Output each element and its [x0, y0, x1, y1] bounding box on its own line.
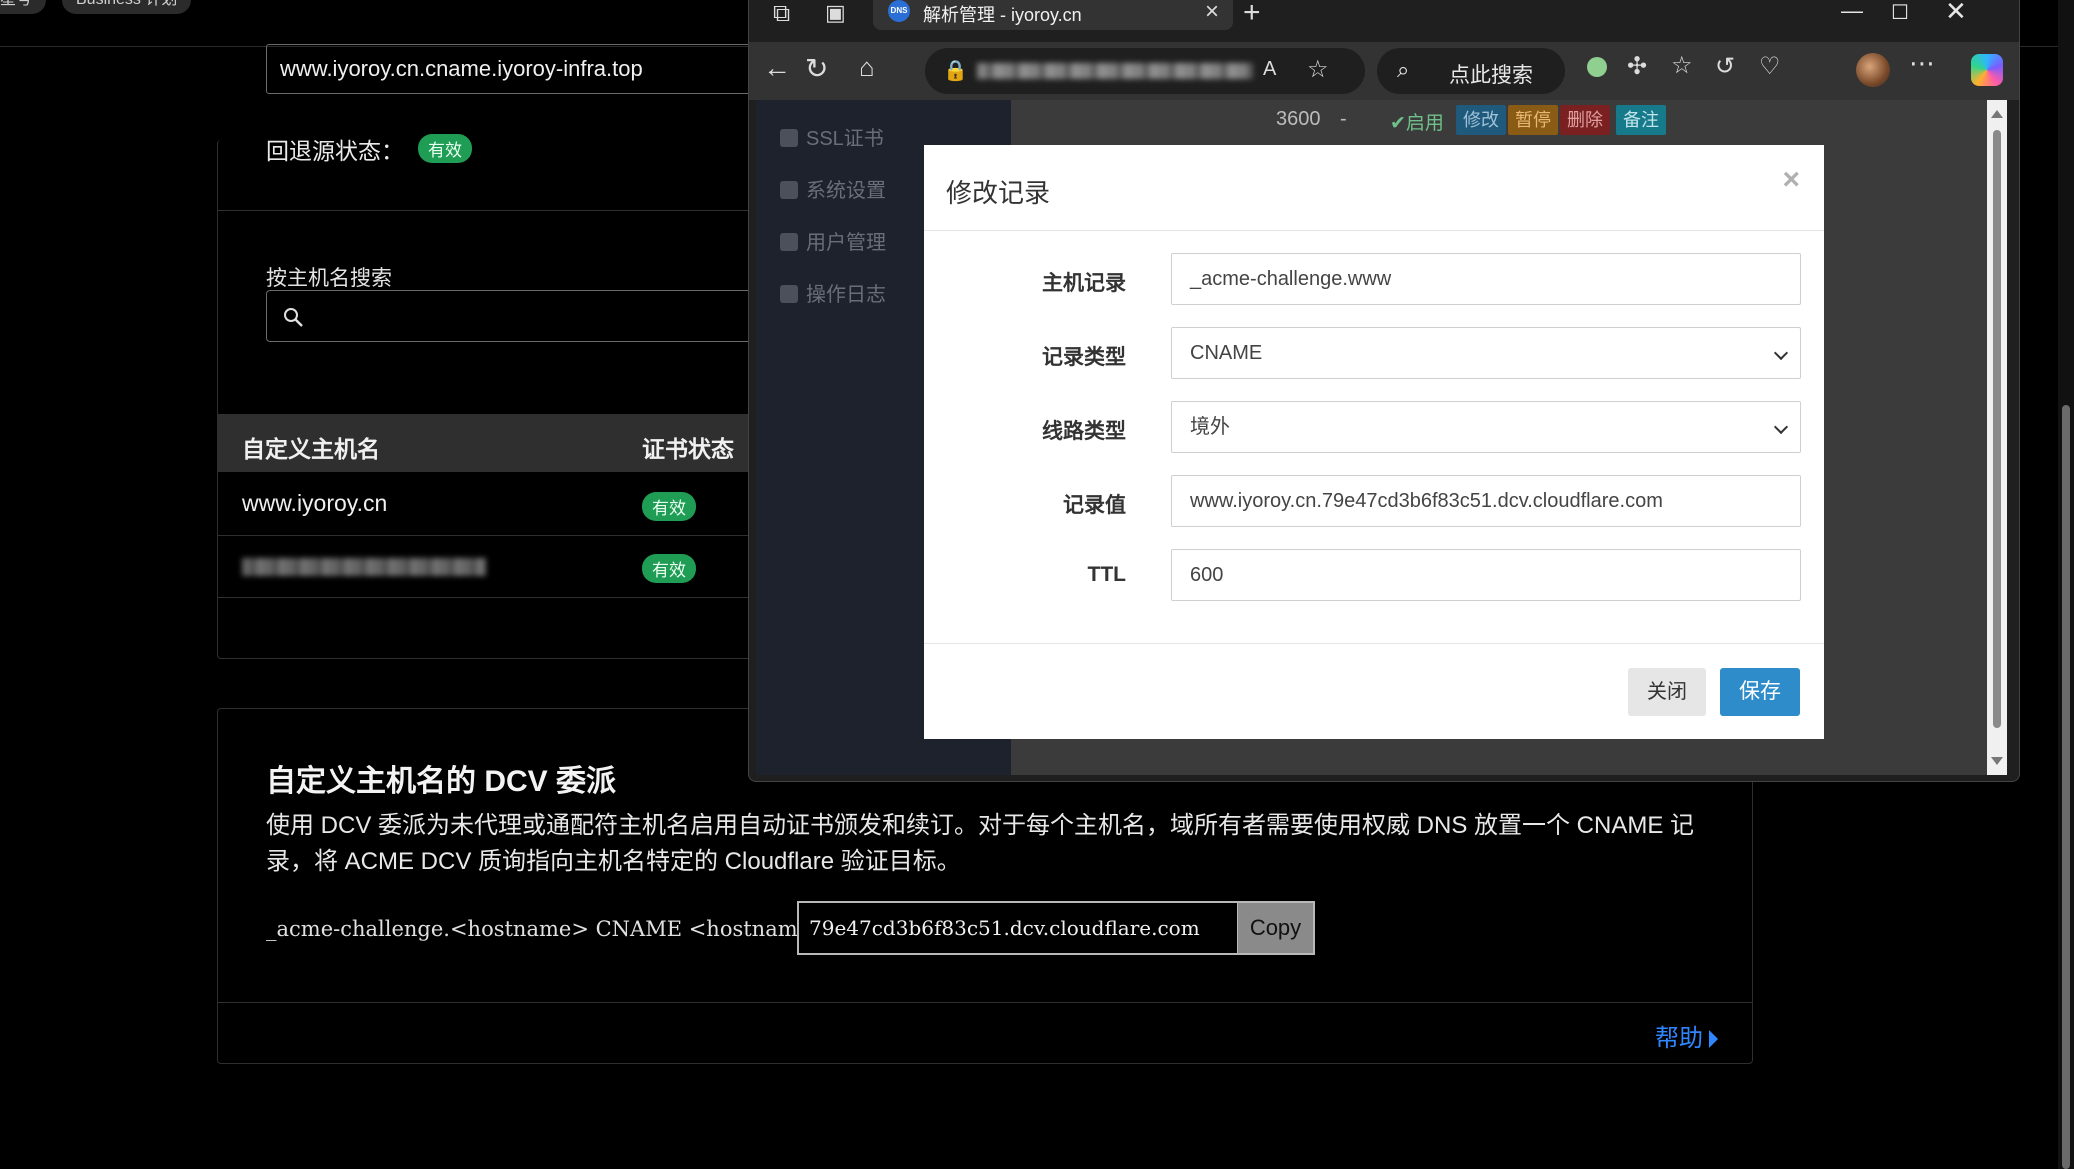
- close-tab-icon[interactable]: ×: [1205, 0, 1219, 26]
- browser-toolbar: ← ↻ ⌂ 🔒 A ☆ ⌕ 点此搜索 ✣ ☆ ↺ ♡ ⋯: [749, 42, 2019, 100]
- back-icon[interactable]: ←: [763, 52, 791, 84]
- history-icon[interactable]: ↺: [1715, 52, 1735, 81]
- extensions-puzzle-icon[interactable]: ✣: [1627, 52, 1647, 81]
- close-button[interactable]: 关闭: [1628, 668, 1706, 716]
- modal-footer: 关闭 保存: [924, 643, 1824, 739]
- dcv-title: 自定义主机名的 DCV 委派: [266, 765, 617, 798]
- host-record-label: 主机记录: [1042, 272, 1126, 295]
- ttl-input[interactable]: 600: [1171, 549, 1801, 601]
- maximize-icon[interactable]: ☐: [1891, 0, 1909, 25]
- dcv-code-prefix: _acme-challenge.<hostname> CNAME <hostna…: [266, 917, 835, 941]
- sidebar-item-settings[interactable]: 系统设置: [780, 174, 886, 203]
- content-scrollbar[interactable]: [1987, 100, 2007, 775]
- pause-button[interactable]: 暂停: [1508, 105, 1558, 135]
- window-close-icon[interactable]: ✕: [1945, 0, 1967, 27]
- sidebar-item-label: SSL证书: [806, 128, 884, 150]
- ttl-row: TTL 600: [924, 549, 1824, 601]
- content-scrollbar-thumb[interactable]: [1993, 130, 2001, 728]
- page-scrollbar[interactable]: [2058, 0, 2074, 1169]
- list-icon: [780, 285, 798, 303]
- line-type-value: 境外: [1190, 416, 1230, 438]
- caret-right-icon: [1709, 1030, 1718, 1048]
- home-icon[interactable]: ⌂: [859, 52, 875, 83]
- host-record-input[interactable]: _acme-challenge.www: [1171, 253, 1801, 305]
- user-icon: [780, 233, 798, 251]
- scroll-down-icon[interactable]: [1991, 757, 2003, 765]
- delete-button[interactable]: 删除: [1560, 105, 1610, 135]
- note-button[interactable]: 备注: [1616, 105, 1666, 135]
- record-value-input[interactable]: www.iyoroy.cn.79e47cd3b6f83c51.dcv.cloud…: [1171, 475, 1801, 527]
- record-type-select[interactable]: CNAME: [1171, 327, 1801, 379]
- modal-header: 修改记录 ×: [924, 145, 1824, 231]
- record-type-label: 记录类型: [1042, 346, 1126, 369]
- plan-chip-star[interactable]: 星号: [0, 0, 47, 14]
- gears-icon: [780, 181, 798, 199]
- address-bar[interactable]: 🔒 A ☆: [925, 48, 1365, 94]
- scroll-up-icon[interactable]: [1991, 110, 2003, 118]
- sidebar-item-ssl[interactable]: SSL证书: [780, 122, 884, 151]
- sidebar-item-logs[interactable]: 操作日志: [780, 278, 886, 307]
- favorites-icon[interactable]: ☆: [1671, 51, 1693, 80]
- record-type-row: 记录类型 CNAME: [924, 327, 1824, 379]
- copilot-icon[interactable]: [1971, 54, 2003, 86]
- record-value-label: 记录值: [1063, 494, 1126, 517]
- sidebar-item-label: 用户管理: [806, 232, 886, 254]
- record-value-row: 记录值 www.iyoroy.cn.79e47cd3b6f83c51.dcv.c…: [924, 475, 1824, 527]
- help-link[interactable]: 帮助: [1655, 1018, 1718, 1053]
- favorite-star-icon[interactable]: ☆: [1307, 55, 1329, 84]
- minimize-icon[interactable]: —: [1841, 0, 1863, 24]
- refresh-icon[interactable]: ↻: [805, 52, 828, 85]
- modal-title: 修改记录: [946, 178, 1051, 208]
- record-type-value: CNAME: [1190, 342, 1263, 364]
- table-row: 3600 - ✔启用 修改 暂停 删除 备注: [1012, 100, 2007, 143]
- record-ttl: 3600: [1276, 108, 1321, 130]
- record-mx: -: [1340, 108, 1347, 130]
- page-scrollbar-thumb[interactable]: [2062, 405, 2070, 1169]
- magnifier-icon: ⌕: [1397, 57, 1410, 82]
- dcv-description: 使用 DCV 委派为未代理或通配符主机名启用自动证书颁发和续订。对于每个主机名，…: [266, 812, 1695, 875]
- hostname-card: [217, 140, 817, 659]
- sidebar-item-label: 系统设置: [806, 180, 886, 202]
- dns-favicon-icon: DNS: [888, 0, 910, 22]
- chevron-down-icon: [1773, 345, 1789, 361]
- dcv-footer-divider: [218, 1002, 1752, 1003]
- profile-avatar[interactable]: [1856, 53, 1890, 87]
- help-link-label[interactable]: 帮助: [1655, 1025, 1703, 1052]
- chevron-down-icon: [1773, 419, 1789, 435]
- tab-strip: ⧉ ▣ DNS 解析管理 - iyoroy.cn × + — ☐ ✕: [749, 0, 2019, 30]
- extension-dot-icon[interactable]: [1587, 57, 1607, 77]
- ttl-label: TTL: [1087, 563, 1126, 586]
- workspaces-icon[interactable]: ⧉: [773, 0, 790, 28]
- record-status: ✔启用: [1390, 113, 1444, 134]
- dcv-copy-group: 79e47cd3b6f83c51.dcv.cloudflare.com Copy: [797, 901, 1315, 955]
- sidebar-item-users[interactable]: 用户管理: [780, 226, 886, 255]
- read-aloud-icon[interactable]: A: [1263, 58, 1276, 81]
- line-type-label: 线路类型: [1042, 420, 1126, 443]
- line-type-select[interactable]: 境外: [1171, 401, 1801, 453]
- new-tab-icon[interactable]: +: [1243, 0, 1261, 30]
- tab-dns-management[interactable]: DNS 解析管理 - iyoroy.cn ×: [873, 0, 1233, 30]
- host-record-row: 主机记录 _acme-challenge.www: [924, 253, 1824, 305]
- plan-chip-business[interactable]: Business 计划: [62, 0, 192, 14]
- tab-title: 解析管理 - iyoroy.cn: [923, 5, 1082, 25]
- edit-button[interactable]: 修改: [1456, 105, 1506, 135]
- dcv-target-value[interactable]: 79e47cd3b6f83c51.dcv.cloudflare.com: [799, 903, 1237, 953]
- edit-record-modal: 修改记录 × 主机记录 _acme-challenge.www 记录类型 CNA…: [924, 145, 1824, 739]
- toolbar-search[interactable]: ⌕ 点此搜索: [1377, 48, 1565, 94]
- toolbar-search-placeholder: 点此搜索: [1449, 64, 1533, 87]
- more-menu-icon[interactable]: ⋯: [1909, 48, 1935, 79]
- tab-actions-icon[interactable]: ▣: [825, 0, 846, 26]
- browser-essentials-icon[interactable]: ♡: [1759, 52, 1781, 81]
- redacted-url: [977, 63, 1253, 79]
- line-type-row: 线路类型 境外: [924, 401, 1824, 453]
- lock-icon[interactable]: 🔒: [943, 58, 968, 83]
- close-icon[interactable]: ×: [1782, 163, 1800, 197]
- copy-button[interactable]: Copy: [1237, 903, 1313, 953]
- sidebar-item-label: 操作日志: [806, 284, 886, 306]
- lock-icon: [780, 129, 798, 147]
- save-button[interactable]: 保存: [1720, 668, 1800, 716]
- cname-target-input[interactable]: www.iyoroy.cn.cname.iyoroy-infra.top: [266, 44, 786, 94]
